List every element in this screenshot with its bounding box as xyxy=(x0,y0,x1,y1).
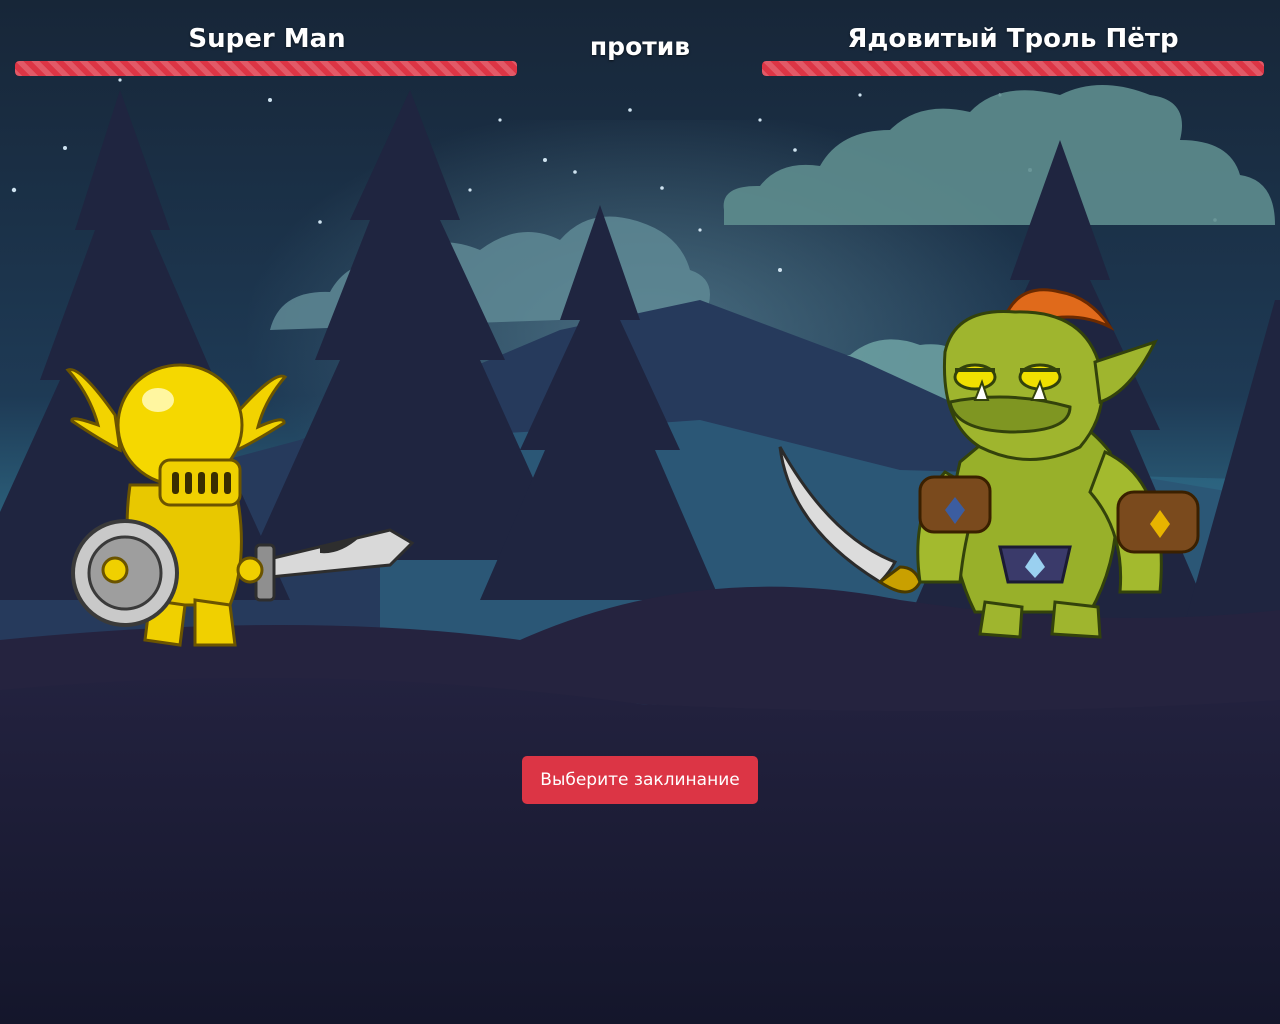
hero-health-bar xyxy=(15,61,517,76)
hero-health-fill xyxy=(15,61,517,76)
hero-knight-sprite xyxy=(65,363,415,647)
versus-label: против xyxy=(589,32,691,61)
battle-stage: Super Man против Ядовитый Троль Пётр Выб… xyxy=(0,0,1280,1024)
enemy-name: Ядовитый Троль Пётр xyxy=(847,24,1179,54)
hero-name: Super Man xyxy=(188,24,346,54)
enemy-health-bar xyxy=(762,61,1264,76)
choose-spell-button[interactable]: Выберите заклинание xyxy=(522,756,758,804)
enemy-health-fill xyxy=(762,61,1264,76)
enemy-troll-sprite xyxy=(778,288,1200,639)
